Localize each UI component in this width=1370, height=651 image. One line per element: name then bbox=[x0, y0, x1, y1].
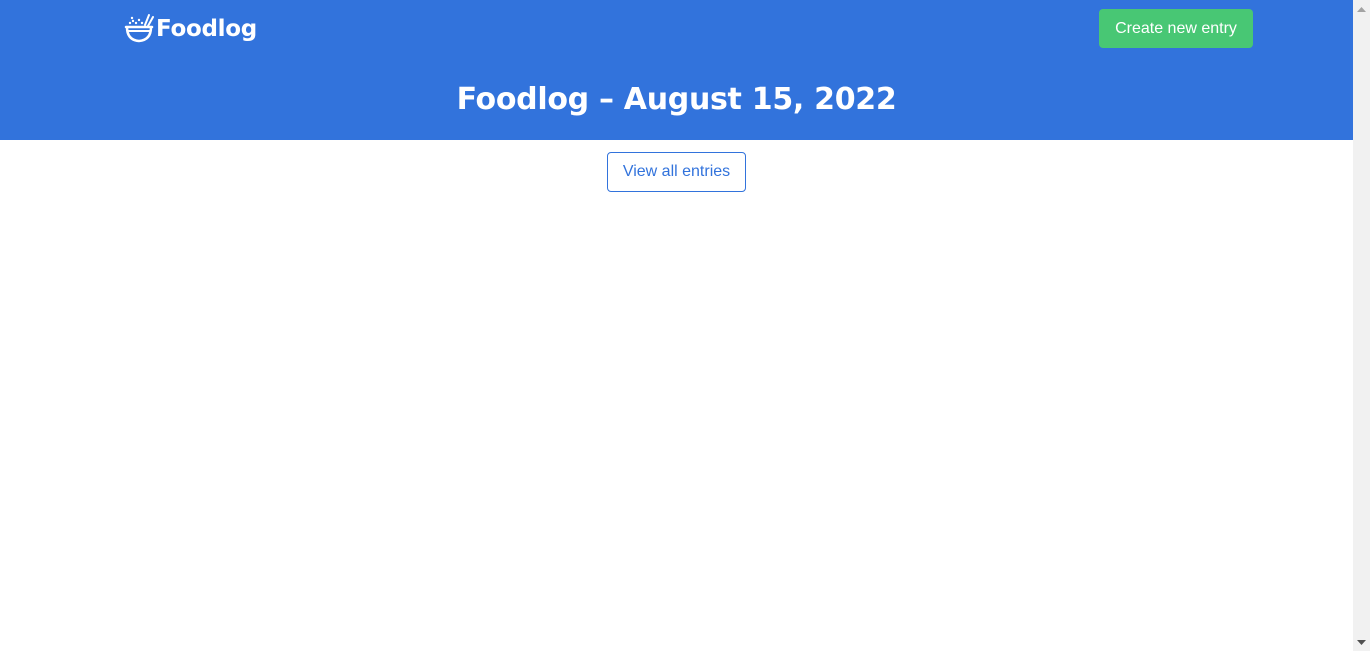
create-new-entry-button[interactable]: Create new entry bbox=[1099, 9, 1253, 48]
page: Foodlog Create new entry Foodlog – Augus… bbox=[0, 0, 1353, 651]
view-all-entries-button[interactable]: View all entries bbox=[607, 152, 746, 192]
brand-logo-link[interactable]: Foodlog bbox=[124, 12, 257, 46]
brand-name: Foodlog bbox=[156, 16, 257, 42]
page-title: Foodlog – August 15, 2022 bbox=[456, 82, 897, 117]
scroll-down-arrow-icon[interactable] bbox=[1353, 634, 1370, 651]
scroll-up-arrow-icon[interactable] bbox=[1353, 0, 1370, 17]
vertical-scrollbar[interactable] bbox=[1353, 0, 1370, 651]
bowl-icon bbox=[124, 14, 154, 44]
header: Foodlog Create new entry Foodlog – Augus… bbox=[0, 0, 1353, 140]
